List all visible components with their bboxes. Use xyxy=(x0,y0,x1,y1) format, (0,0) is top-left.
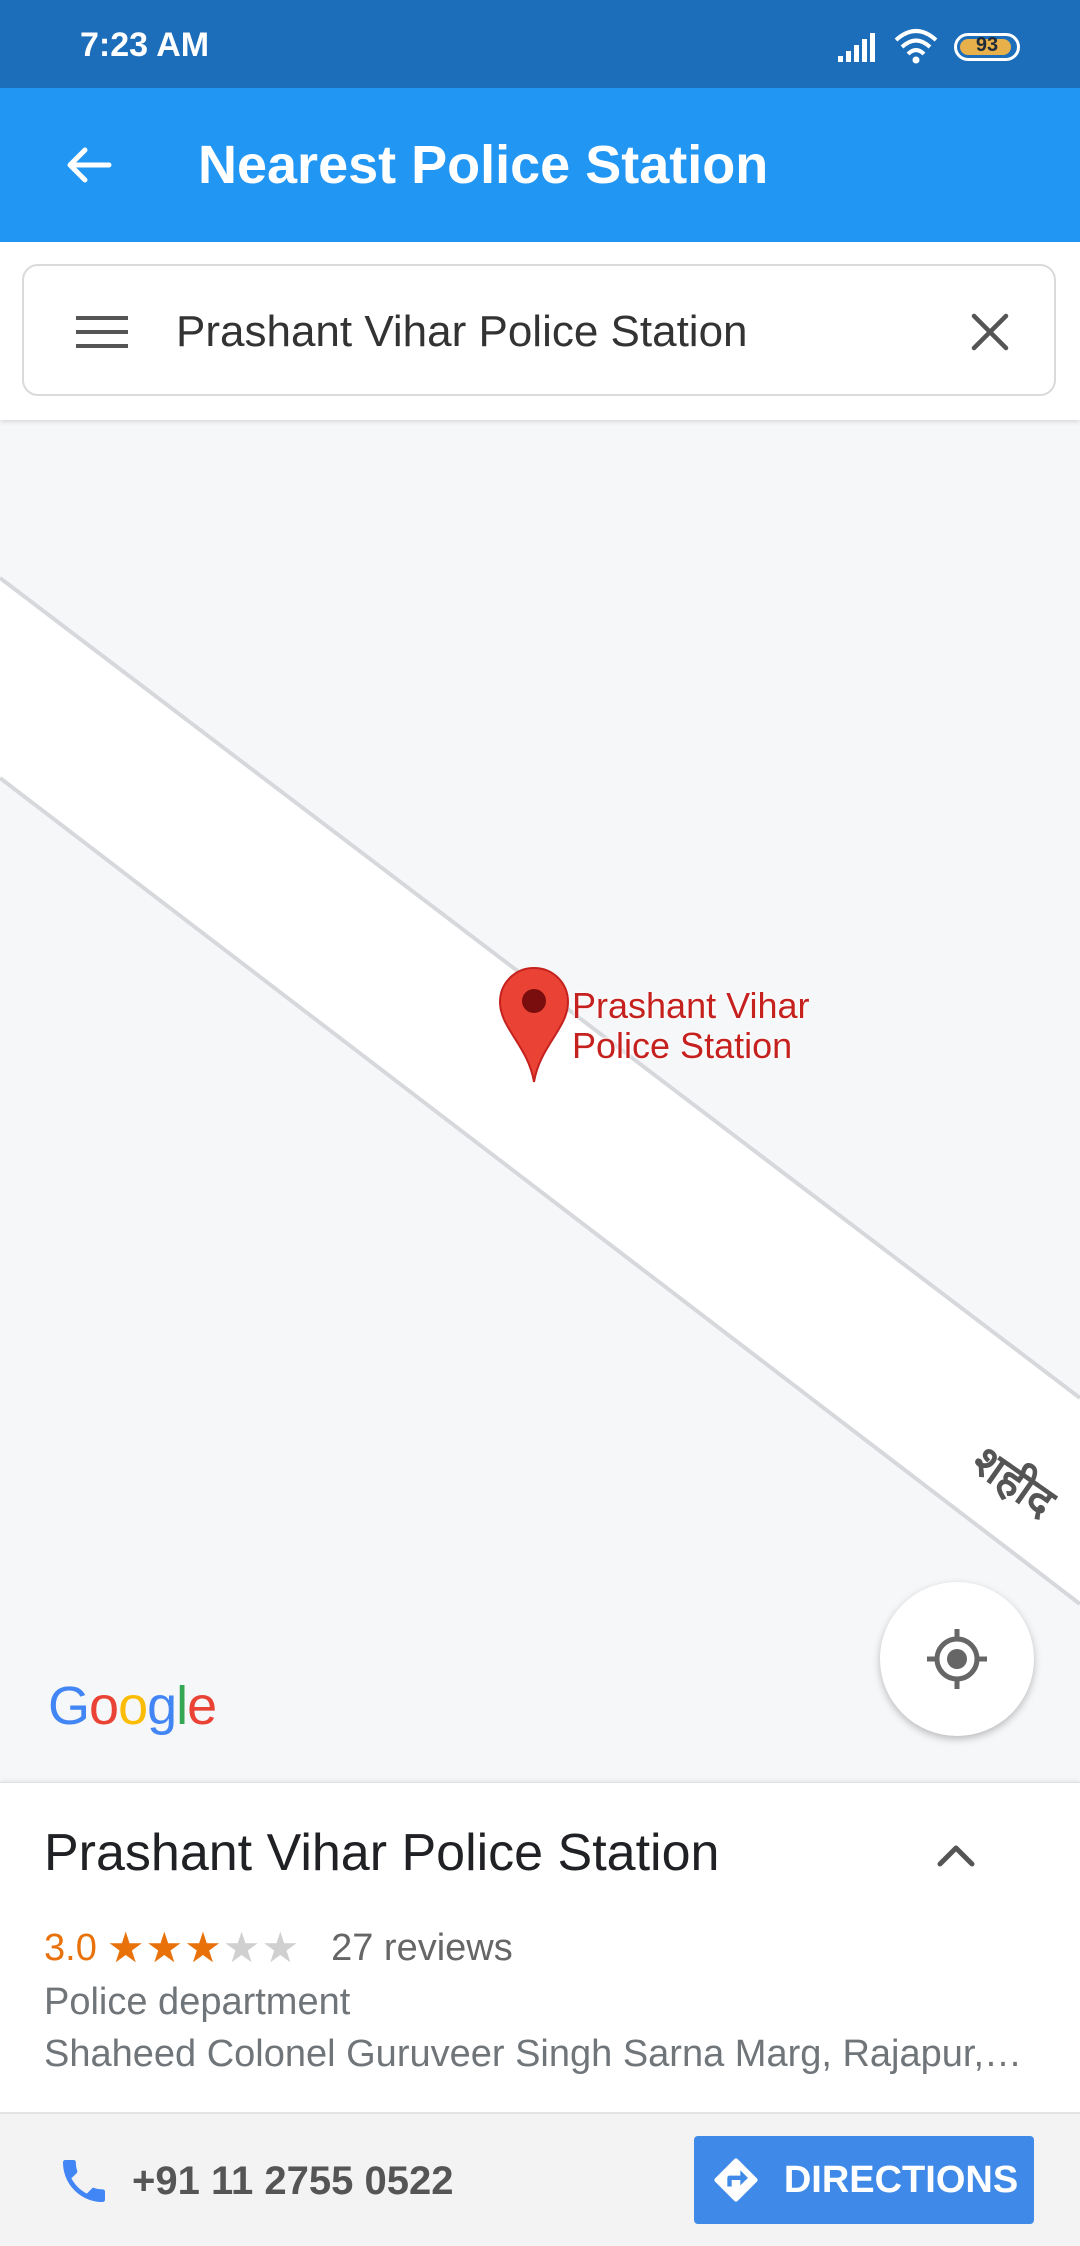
call-button[interactable]: +91 11 2755 0522 xyxy=(56,2146,453,2216)
search-panel xyxy=(0,242,1080,420)
chevron-up-icon xyxy=(937,1845,975,1867)
star-rating: ★ ★ ★ ★ ★ xyxy=(107,1927,299,1969)
star-filled-icon: ★ xyxy=(184,1924,222,1971)
star-empty-icon: ★ xyxy=(222,1924,261,1971)
app-bar: Nearest Police Station xyxy=(0,88,1080,242)
status-time: 7:23 AM xyxy=(80,26,210,64)
map-place-label-line2: Police Station xyxy=(572,1025,793,1066)
rating-row: 3.0 ★ ★ ★ ★ ★ 27 reviews xyxy=(44,1923,513,1973)
search-box xyxy=(22,264,1056,396)
battery-level: 93 xyxy=(975,34,999,56)
crosshair-location-icon xyxy=(927,1629,987,1689)
place-details-card[interactable]: Prashant Vihar Police Station 3.0 ★ ★ ★ ★ ★ … xyxy=(0,1782,1080,2112)
star-filled-icon: ★ xyxy=(106,1924,145,1971)
phone-number: +91 11 2755 0522 xyxy=(132,2158,454,2203)
hamburger-menu-icon xyxy=(76,316,128,348)
map-pin-icon[interactable] xyxy=(498,966,570,1084)
close-icon xyxy=(971,313,1009,351)
google-logo-letter: o xyxy=(118,1676,148,1736)
battery-icon: 93 xyxy=(954,33,1020,61)
phone-icon xyxy=(63,2160,105,2202)
directions-button[interactable]: DIRECTIONS xyxy=(694,2136,1034,2224)
place-category: Police department xyxy=(44,1981,351,2023)
star-empty-icon: ★ xyxy=(261,1924,300,1971)
map-view[interactable]: Prashant Vihar Police Station शहीद Googl… xyxy=(0,420,1080,1782)
place-address: Shaheed Colonel Guruveer Singh Sarna Mar… xyxy=(44,2033,1024,2075)
menu-button[interactable] xyxy=(64,296,140,368)
back-arrow-icon xyxy=(67,147,112,183)
star-filled-icon: ★ xyxy=(145,1924,184,1971)
status-bar: 7:23 AM 93 xyxy=(0,0,1080,88)
google-logo: Google xyxy=(48,1675,217,1737)
review-count[interactable]: 27 reviews xyxy=(331,1927,513,1970)
action-bar: +91 11 2755 0522 DIRECTIONS xyxy=(0,2112,1080,2246)
map-road xyxy=(0,576,1080,1606)
google-logo-letter: G xyxy=(48,1676,90,1736)
signal-icon xyxy=(838,33,875,62)
clear-search-button[interactable] xyxy=(952,294,1028,370)
back-button[interactable] xyxy=(44,121,132,209)
google-logo-letter: l xyxy=(176,1676,188,1736)
map-place-label[interactable]: Prashant Vihar Police Station xyxy=(572,986,809,1066)
map-place-label-line1: Prashant Vihar xyxy=(572,985,810,1026)
wifi-icon xyxy=(894,29,938,64)
expand-details-button[interactable] xyxy=(920,1819,992,1891)
place-name: Prashant Vihar Police Station xyxy=(44,1824,720,1882)
directions-label: DIRECTIONS xyxy=(783,2158,1019,2201)
directions-icon xyxy=(714,2158,758,2202)
google-logo-letter: o xyxy=(89,1676,119,1736)
google-logo-letter: e xyxy=(187,1676,217,1736)
google-logo-letter: g xyxy=(147,1676,177,1736)
page-title: Nearest Police Station xyxy=(198,135,769,195)
rating-value: 3.0 xyxy=(44,1926,97,1969)
search-input[interactable] xyxy=(176,302,936,362)
my-location-button[interactable] xyxy=(880,1582,1034,1736)
